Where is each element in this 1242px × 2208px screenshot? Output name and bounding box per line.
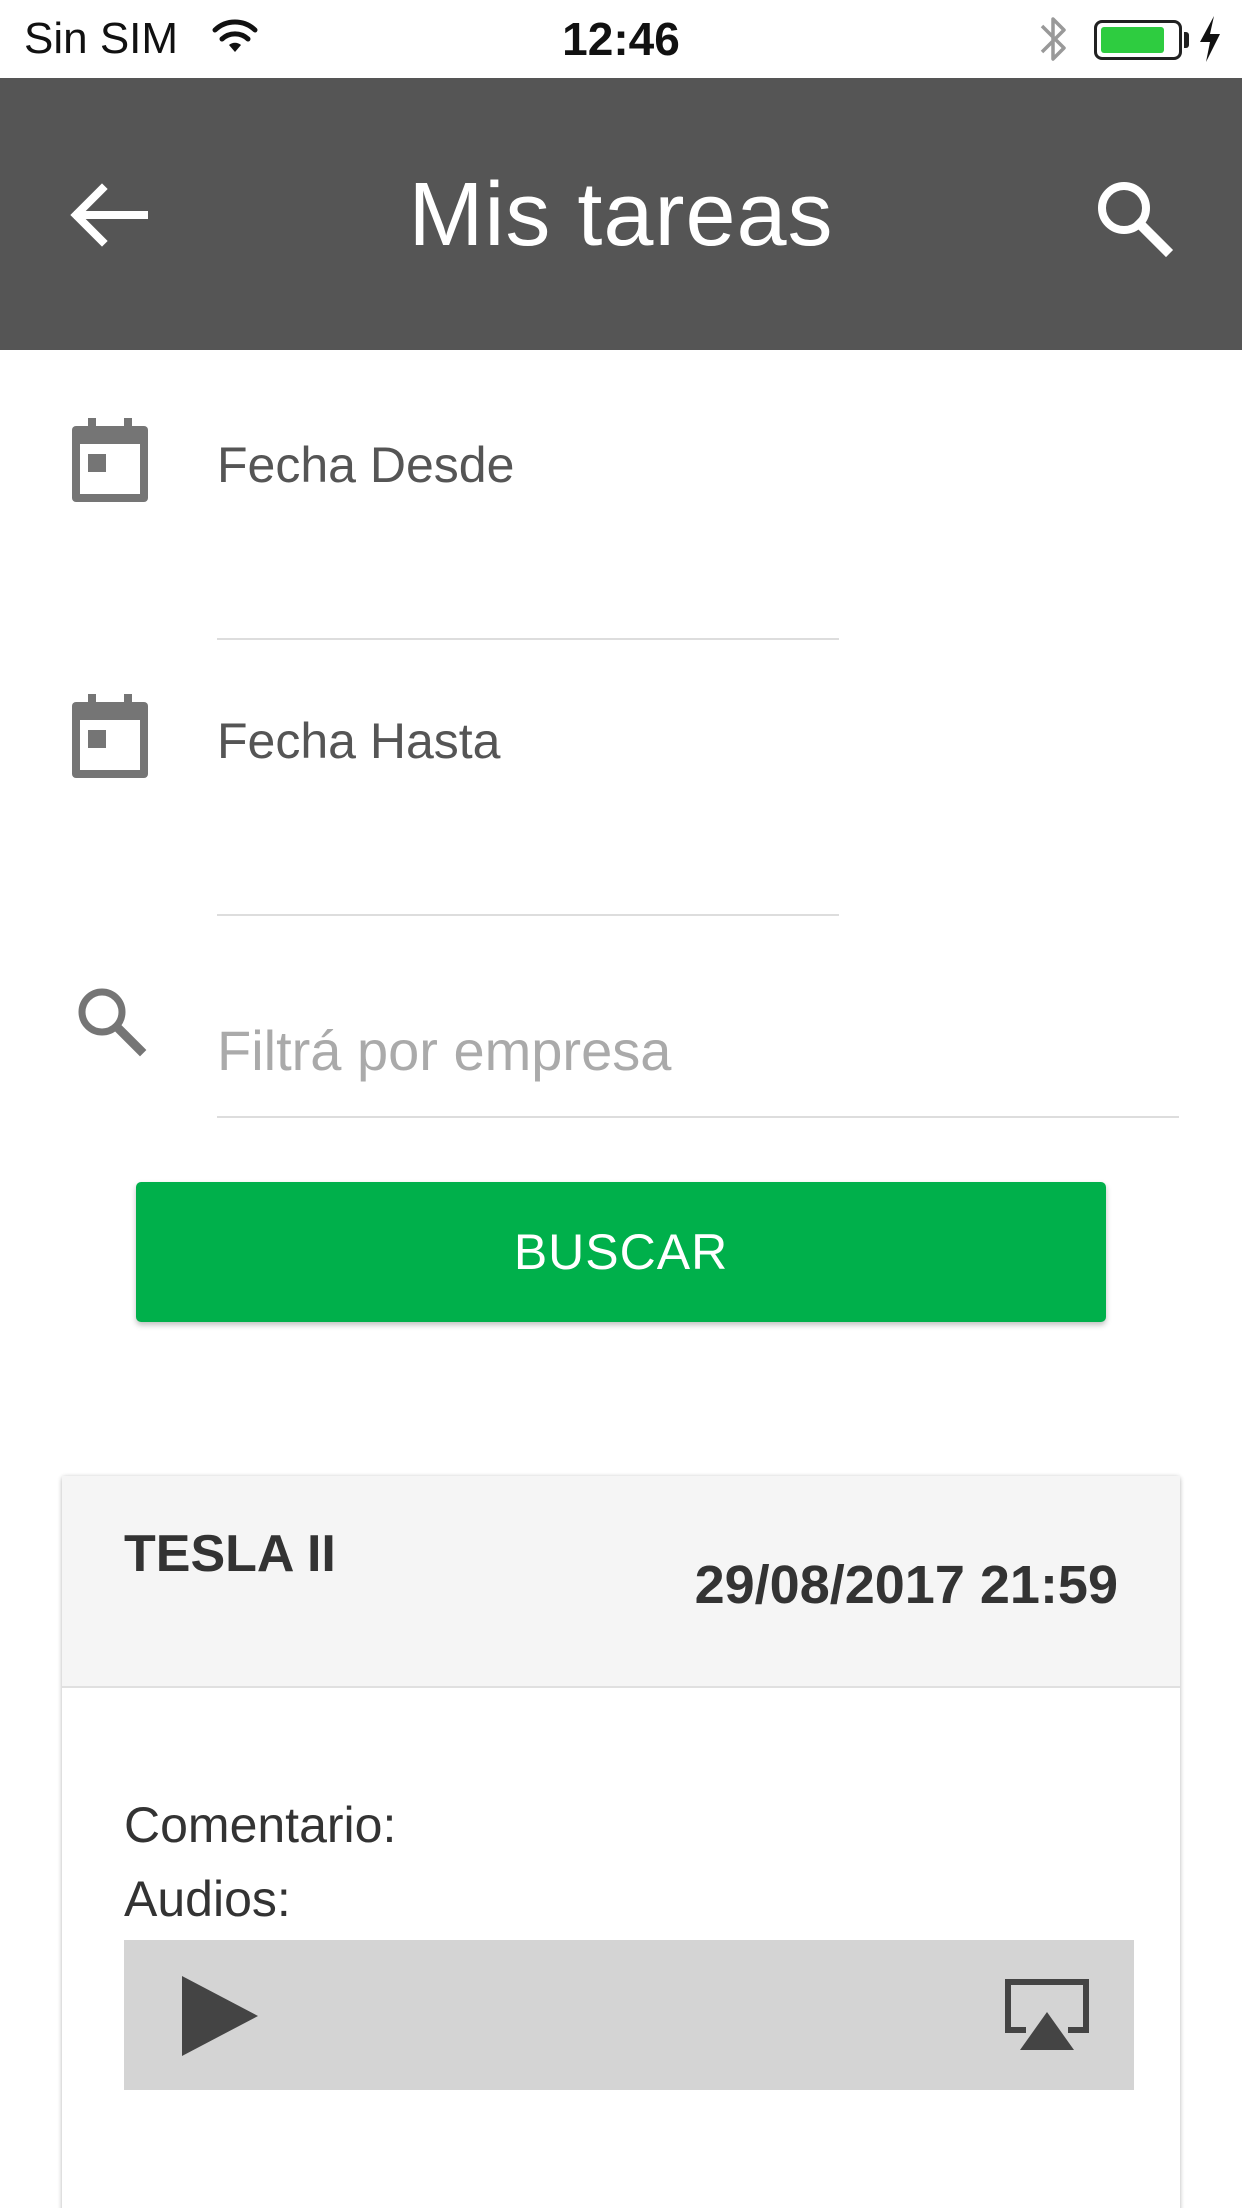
battery-tip [1184,32,1189,48]
charging-bolt-icon [1200,16,1220,62]
status-bar: Sin SIM 12:46 [0,0,1242,78]
bluetooth-icon [1040,17,1066,61]
calendar-icon[interactable] [72,418,148,502]
play-icon[interactable] [178,1974,262,2058]
task-card[interactable]: TESLA II 29/08/2017 21:59 Comentario: Au… [62,1476,1180,2208]
task-comment-label: Comentario: [124,1797,397,1853]
date-from-underline [217,638,839,640]
task-audios-label: Audios: [124,1871,291,1927]
calendar-icon[interactable] [72,694,148,778]
company-filter-underline [217,1116,1179,1118]
task-card-header: TESLA II 29/08/2017 21:59 [62,1476,1180,1688]
date-to-underline [217,914,839,916]
audio-player [124,1940,1134,2090]
search-icon [78,988,147,1057]
date-to-field[interactable]: Fecha Hasta [217,712,500,770]
battery-icon [1094,20,1182,60]
task-datetime: 29/08/2017 21:59 [694,1555,1118,1615]
company-filter-input[interactable] [217,1010,1177,1090]
page-title: Mis tareas [408,165,834,265]
date-from-field[interactable]: Fecha Desde [217,436,514,494]
search-icon[interactable] [1090,174,1176,260]
search-button[interactable]: BUSCAR [136,1182,1106,1322]
app-bar: Mis tareas [0,78,1242,350]
airplay-icon[interactable] [1004,1978,1090,2052]
battery-level-fill [1101,27,1164,53]
task-company: TESLA II [124,1525,336,1583]
